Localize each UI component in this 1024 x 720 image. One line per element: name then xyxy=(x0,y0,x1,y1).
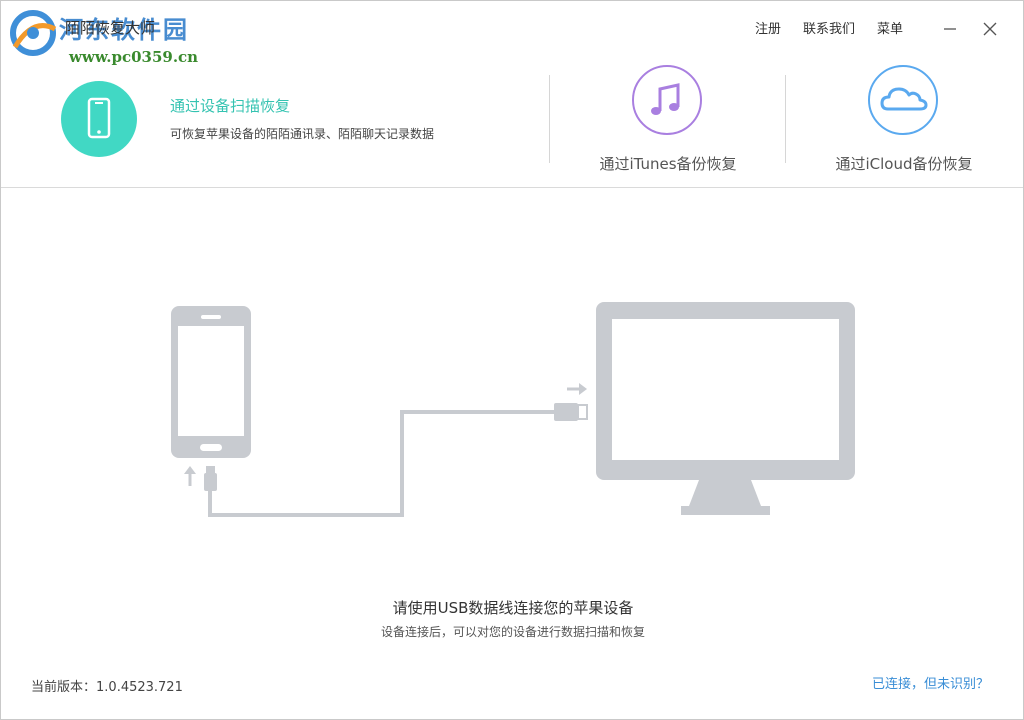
music-note-icon xyxy=(651,83,680,115)
icloud-backup-label: 通过iCloud备份恢复 xyxy=(835,155,973,173)
itunes-badge xyxy=(632,65,702,135)
app-title: 陌陌恢复大师 xyxy=(65,19,156,37)
connection-illustration xyxy=(1,188,1023,568)
icloud-badge xyxy=(868,65,938,135)
minimize-icon xyxy=(944,28,956,30)
top-menu: 注册 联系我们 菜单 xyxy=(755,18,903,37)
version-value: 1.0.4523.721 xyxy=(96,680,183,695)
close-button[interactable] xyxy=(979,17,1001,39)
device-scan-description: 可恢复苹果设备的陌陌通讯录、陌陌聊天记录数据 xyxy=(170,127,435,141)
usb-plug xyxy=(554,383,588,421)
usb-connection-graphic xyxy=(171,302,855,517)
cloud-icon xyxy=(880,87,928,111)
phone-graphic xyxy=(171,306,251,458)
monitor-graphic xyxy=(596,302,855,515)
recovery-modes: 通过设备扫描恢复 可恢复苹果设备的陌陌通讯录、陌陌聊天记录数据 通过iTunes… xyxy=(1,51,1023,188)
register-link[interactable]: 注册 xyxy=(755,18,781,37)
title-bar: 河东软件园 陌陌恢复大师 www.pc0359.cn 注册 联系我们 菜单 xyxy=(1,1,1023,66)
lightning-connector xyxy=(184,466,217,491)
mode-divider xyxy=(785,75,786,163)
device-scan-badge xyxy=(61,81,137,157)
version-label: 当前版本： xyxy=(31,680,97,695)
device-scan-title: 通过设备扫描恢复 xyxy=(170,97,291,115)
connect-hint-title: 请使用USB数据线连接您的苹果设备 xyxy=(392,599,634,617)
mode-itunes-backup[interactable]: 通过iTunes备份恢复 xyxy=(568,65,768,185)
contact-link[interactable]: 联系我们 xyxy=(803,18,855,37)
connected-not-recognized-link[interactable]: 已连接，但未识别？ xyxy=(872,673,989,692)
close-icon xyxy=(983,22,997,36)
minimize-button[interactable] xyxy=(939,17,961,39)
mode-divider xyxy=(549,75,550,163)
itunes-backup-label: 通过iTunes备份恢复 xyxy=(599,155,737,173)
connect-hint-subtitle: 设备连接后，可以对您的设备进行数据扫描和恢复 xyxy=(380,625,645,639)
mode-icloud-backup[interactable]: 通过iCloud备份恢复 xyxy=(804,65,1004,185)
version-info: 当前版本：1.0.4523.721 xyxy=(31,676,183,695)
mode-device-scan[interactable]: 通过设备扫描恢复 可恢复苹果设备的陌陌通讯录、陌陌聊天记录数据 xyxy=(61,81,531,161)
phone-icon xyxy=(87,97,111,139)
app-window: 河东软件园 陌陌恢复大师 www.pc0359.cn 注册 联系我们 菜单 通过… xyxy=(0,0,1024,720)
menu-link[interactable]: 菜单 xyxy=(877,18,903,37)
